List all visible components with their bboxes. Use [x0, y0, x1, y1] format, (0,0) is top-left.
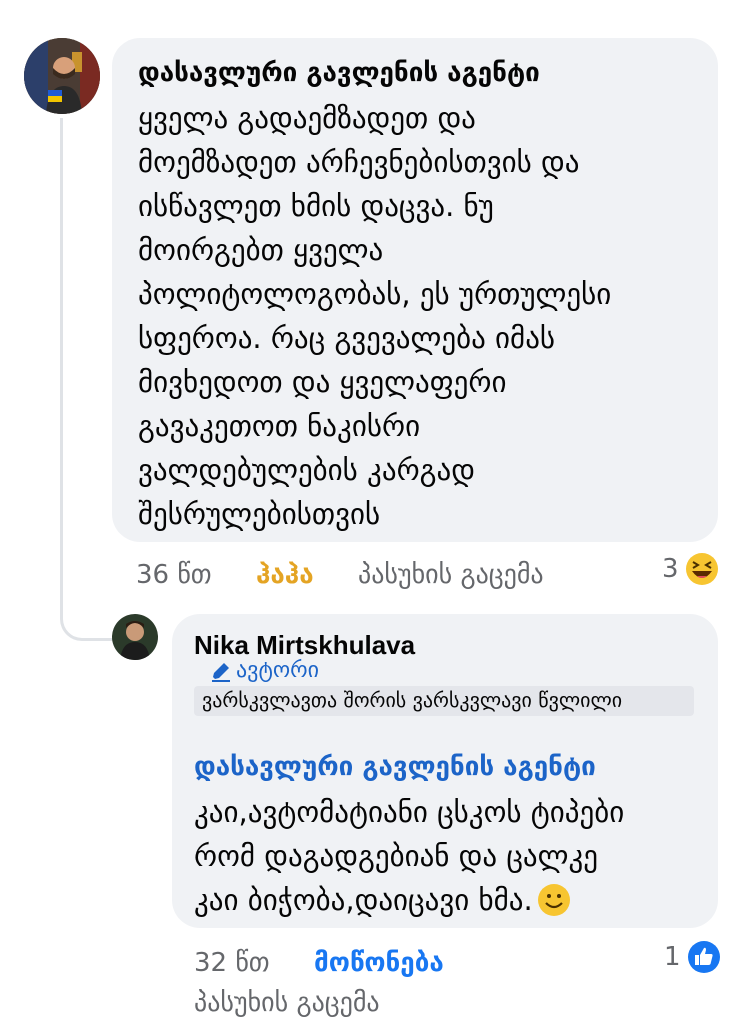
haha-emoji-icon [685, 552, 719, 586]
reaction-count: 3 [662, 554, 679, 584]
reply-text-line: კაი,ავტომატიანი ცსკოს ტიპები [194, 795, 625, 829]
author-subtitle-text: ვარსკვლავთა შორის ვარსკვლავი წვლილი [202, 688, 623, 712]
comment-text-line: ისწავლეთ ხმის დაცვა. ნუ [138, 189, 494, 223]
comment-text-line: სფეროა. რაც გვევალება იმას [138, 321, 556, 355]
smile-emoji-icon [537, 883, 571, 917]
commenter-avatar[interactable] [24, 38, 100, 114]
reply-author[interactable]: Nika Mirtskhulava [194, 628, 415, 662]
comment-text-line: მივხედოთ და ყველაფერი [138, 365, 507, 399]
comment-text-line: მოირგებთ ყველა [138, 233, 384, 267]
comment-timestamp[interactable]: 36 წთ [136, 560, 212, 590]
author-badge-label: ავტორი [236, 658, 320, 683]
haha-reaction-button[interactable]: ჰაჰა [256, 560, 314, 590]
comment-bubble: დასავლური გავლენის აგენტი ყველა გადაემზა… [112, 38, 718, 542]
reply-timestamp[interactable]: 32 წთ [194, 948, 270, 978]
comment-text-line: ვალდებულების კარგად [138, 453, 475, 487]
comment-text-line: გავაკეთოთ ნაკისრი [138, 409, 421, 443]
reply-reaction-count: 1 [664, 942, 681, 972]
pencil-icon [210, 660, 232, 682]
comment-text-line: მოემზადეთ არჩევნებისთვის და [138, 145, 580, 179]
reply-actions: 32 წთ მოწონება [194, 948, 514, 982]
reply-bubble: Nika Mirtskhulava ავტორი ვარსკვლავთა შორ… [172, 614, 718, 928]
comment-text: ყველა გადაემზადეთ და მოემზადეთ არჩევნები… [138, 96, 611, 536]
reply-reply-button[interactable]: პასუხის გაცემა [194, 988, 380, 1018]
comment-author[interactable]: დასავლური გავლენის აგენტი [138, 56, 540, 90]
reply-text-line: რომ დაგადგებიან და ცალკე [194, 839, 599, 873]
comment-actions: 36 წთ ჰაჰა პასუხის გაცემა [136, 560, 616, 594]
reply-author-avatar[interactable] [112, 614, 158, 660]
reaction-summary[interactable]: 3 [662, 552, 719, 586]
comment-text-line: ყველა გადაემზადეთ და [138, 101, 476, 135]
reply-text-segment: კაი ბიჭობა,დაიცავი ხმა. [194, 883, 533, 917]
reply-text: კაი,ავტომატიანი ცსკოს ტიპები რომ დაგადგე… [194, 790, 624, 922]
comment-text-line: პოლიტოლოგობას, ეს ურთულესი [138, 277, 612, 311]
like-button[interactable]: მოწონება [314, 948, 444, 978]
thread-connector [60, 118, 113, 641]
reply-text-line: კაი ბიჭობა,დაიცავი ხმა. [194, 878, 624, 922]
reply-button[interactable]: პასუხის გაცემა [358, 560, 544, 590]
reply-reaction-summary[interactable]: 1 [664, 940, 721, 974]
like-thumb-icon [687, 940, 721, 974]
comment-text-line: შესრულებისთვის [138, 497, 381, 531]
mention-link[interactable]: დასავლური გავლენის აგენტი [194, 752, 596, 782]
author-badge: ავტორი [210, 658, 319, 683]
reply-reply-row: პასუხის გაცემა [194, 988, 454, 1022]
author-subtitle: ვარსკვლავთა შორის ვარსკვლავი წვლილი [194, 686, 694, 716]
